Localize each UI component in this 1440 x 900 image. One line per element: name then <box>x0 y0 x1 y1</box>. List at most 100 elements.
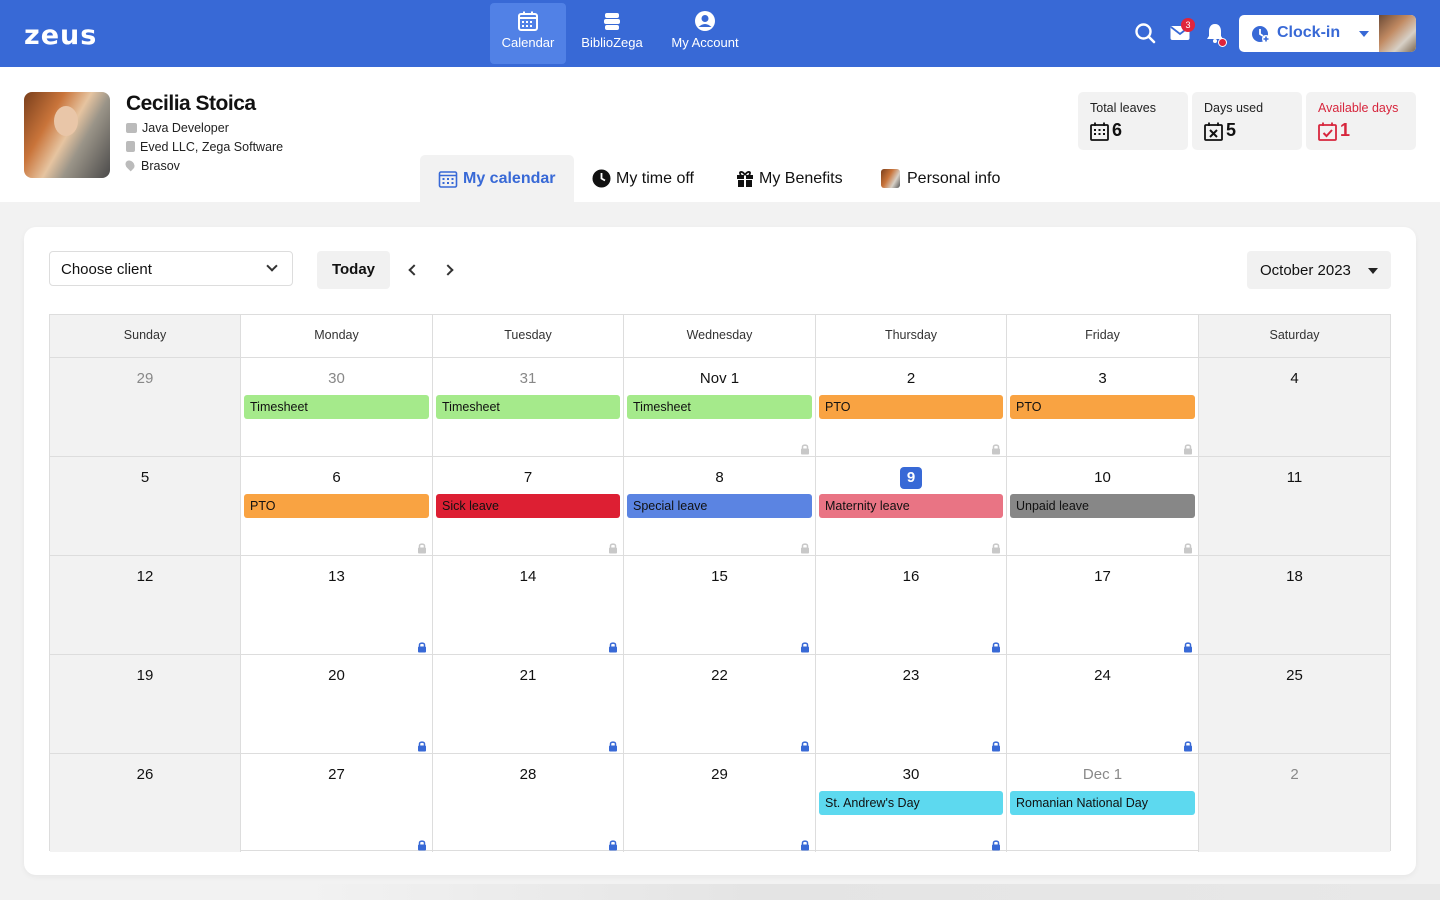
day-cell[interactable]: 4 <box>1199 357 1390 456</box>
nav-calendar[interactable]: Calendar <box>490 3 566 64</box>
unlock-icon[interactable] <box>799 838 811 851</box>
lock-icon[interactable] <box>799 442 811 455</box>
calendar-event[interactable]: Romanian National Day <box>1010 791 1195 815</box>
day-cell[interactable]: 24 <box>1007 654 1199 753</box>
page-bottom-shadow <box>300 884 1440 900</box>
day-cell[interactable]: 14 <box>433 555 624 654</box>
day-cell[interactable]: Nov 1 Timesheet <box>624 357 816 456</box>
lock-icon[interactable] <box>607 541 619 554</box>
lock-icon[interactable] <box>1182 541 1194 554</box>
lock-icon[interactable] <box>990 541 1002 554</box>
calendar-event[interactable]: PTO <box>1010 395 1195 419</box>
day-cell[interactable]: 29 <box>624 753 816 852</box>
calendar-event[interactable]: PTO <box>819 395 1003 419</box>
lock-icon[interactable] <box>416 541 428 554</box>
day-cell[interactable]: 26 <box>50 753 241 852</box>
book-stack-icon <box>604 13 620 30</box>
calendar-event[interactable]: Unpaid leave <box>1010 494 1195 518</box>
day-cell[interactable]: 21 <box>433 654 624 753</box>
day-cell[interactable]: 5 <box>50 456 241 555</box>
day-cell[interactable]: 2 <box>1199 753 1390 852</box>
day-number: 3 <box>1098 370 1107 387</box>
day-cell[interactable]: 10 Unpaid leave <box>1007 456 1199 555</box>
choose-client-select[interactable]: Choose client <box>49 251 293 286</box>
day-number: 6 <box>332 469 341 486</box>
day-cell[interactable]: 6 PTO <box>241 456 433 555</box>
lock-icon[interactable] <box>990 442 1002 455</box>
day-cell[interactable]: 27 <box>241 753 433 852</box>
day-cell[interactable]: 9 Maternity leave <box>816 456 1007 555</box>
day-cell[interactable]: 12 <box>50 555 241 654</box>
stat-used-value: 5 <box>1226 120 1237 140</box>
today-button[interactable]: Today <box>317 251 390 289</box>
calendar-event[interactable]: Maternity leave <box>819 494 1003 518</box>
stat-available-days: Available days 1 <box>1306 92 1416 150</box>
tab-my-calendar[interactable]: My calendar <box>420 155 574 202</box>
day-cell[interactable]: 23 <box>816 654 1007 753</box>
calendar-event[interactable]: Timesheet <box>436 395 620 419</box>
unlock-icon[interactable] <box>799 640 811 653</box>
day-cell[interactable]: 22 <box>624 654 816 753</box>
unlock-icon[interactable] <box>990 739 1002 752</box>
zeus-logo[interactable]: zeus <box>24 20 97 51</box>
unlock-icon[interactable] <box>607 739 619 752</box>
unlock-icon[interactable] <box>990 838 1002 851</box>
unlock-icon[interactable] <box>607 640 619 653</box>
day-cell[interactable]: 28 <box>433 753 624 852</box>
tab-my-time-off[interactable]: My time off <box>574 155 714 202</box>
unlock-icon[interactable] <box>1182 739 1194 752</box>
lock-icon[interactable] <box>799 541 811 554</box>
unlock-icon[interactable] <box>416 640 428 653</box>
unlock-icon[interactable] <box>1182 640 1194 653</box>
day-cell[interactable]: 2 PTO <box>816 357 1007 456</box>
day-cell[interactable]: 13 <box>241 555 433 654</box>
day-cell[interactable]: 29 <box>50 357 241 456</box>
unlock-icon[interactable] <box>799 739 811 752</box>
next-month-button[interactable] <box>436 253 466 287</box>
day-cell[interactable]: Dec 1 Romanian National Day <box>1007 753 1199 852</box>
day-cell[interactable]: 31 Timesheet <box>433 357 624 456</box>
nav-my-account[interactable]: My Account <box>660 3 750 64</box>
day-cell[interactable]: 16 <box>816 555 1007 654</box>
day-cell[interactable]: 18 <box>1199 555 1390 654</box>
day-cell[interactable]: 25 <box>1199 654 1390 753</box>
unlock-icon[interactable] <box>990 640 1002 653</box>
clock-in-dropdown-icon[interactable] <box>1359 31 1369 37</box>
prev-month-button[interactable] <box>398 253 428 287</box>
day-cell[interactable]: 11 <box>1199 456 1390 555</box>
calendar-event[interactable]: Sick leave <box>436 494 620 518</box>
nav-bibliozega[interactable]: BiblioZega <box>572 3 652 64</box>
lock-icon[interactable] <box>1182 442 1194 455</box>
day-number: 29 <box>711 766 728 783</box>
month-label: October 2023 <box>1260 262 1351 279</box>
calendar-event[interactable]: PTO <box>244 494 429 518</box>
profile-role-line: Java Developer <box>126 121 229 135</box>
day-cell[interactable]: 17 <box>1007 555 1199 654</box>
unlock-icon[interactable] <box>416 739 428 752</box>
weekday-header: Sunday <box>50 315 241 357</box>
tab-personal-info[interactable]: Personal info <box>863 155 1023 202</box>
day-cell[interactable]: 19 <box>50 654 241 753</box>
unlock-icon[interactable] <box>607 838 619 851</box>
calendar-event[interactable]: Timesheet <box>244 395 429 419</box>
search-icon[interactable] <box>1134 22 1156 44</box>
day-cell[interactable]: 7 Sick leave <box>433 456 624 555</box>
tab-my-calendar-label: My calendar <box>463 170 556 187</box>
mail-count-badge: 3 <box>1181 18 1195 32</box>
day-cell[interactable]: 3 PTO <box>1007 357 1199 456</box>
day-number: 11 <box>1286 469 1303 486</box>
day-cell[interactable]: 30 St. Andrew's Day <box>816 753 1007 852</box>
calendar-event[interactable]: Special leave <box>627 494 812 518</box>
day-cell[interactable]: 8 Special leave <box>624 456 816 555</box>
clock-in-button[interactable]: Clock-in <box>1239 15 1416 52</box>
calendar-event[interactable]: Timesheet <box>627 395 812 419</box>
user-avatar[interactable] <box>1379 15 1416 52</box>
day-cell[interactable]: 15 <box>624 555 816 654</box>
month-selector[interactable]: October 2023 <box>1247 251 1391 289</box>
tab-my-benefits[interactable]: My Benefits <box>718 155 863 202</box>
top-navbar: zeus Calendar BiblioZega My Account 3 Cl… <box>0 0 1440 67</box>
day-cell[interactable]: 20 <box>241 654 433 753</box>
day-cell[interactable]: 30 Timesheet <box>241 357 433 456</box>
unlock-icon[interactable] <box>416 838 428 851</box>
calendar-event[interactable]: St. Andrew's Day <box>819 791 1003 815</box>
